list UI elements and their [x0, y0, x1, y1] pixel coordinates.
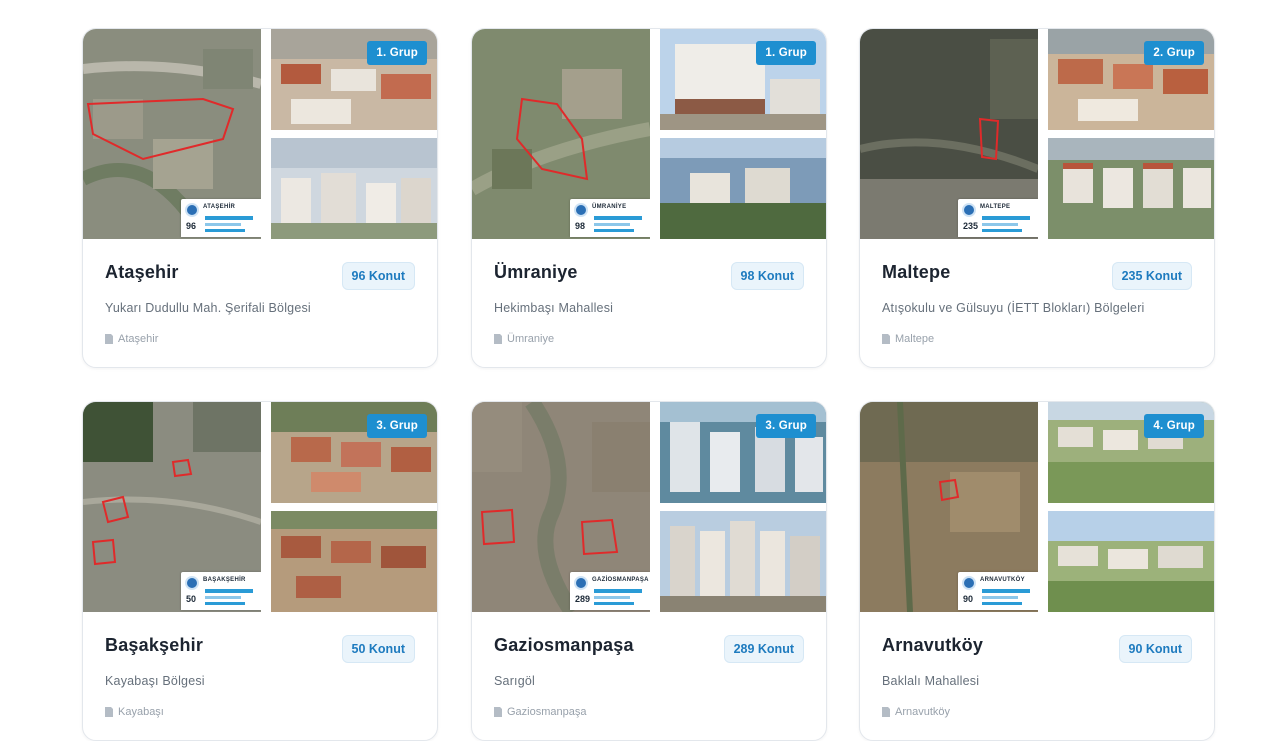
- aerial-photo-bottom: [660, 138, 826, 239]
- project-card-maltepe[interactable]: MALTEPE 235 2. Grup Maltepe 235 Konut Atı…: [859, 28, 1215, 368]
- project-card-atasehir[interactable]: ATAŞEHİR 96 1. Grup Ataşehir 96 Konut Yuk…: [82, 28, 438, 368]
- location-row: Kayabaşı: [105, 706, 164, 718]
- card-media: ARNAVUTKÖY 90 4. Grup: [860, 402, 1214, 612]
- location-label: Maltepe: [895, 333, 935, 345]
- housing-count-badge: 289 Konut: [723, 635, 804, 663]
- municipality-logo-icon: [185, 576, 199, 590]
- housing-count-badge: 96 Konut: [341, 262, 415, 290]
- card-media: GAZİOSMANPAŞA 289 3. Grup: [472, 402, 826, 612]
- project-subtitle: Sarıgöl: [494, 674, 536, 688]
- project-subtitle: Kayabaşı Bölgesi: [105, 674, 205, 688]
- project-card-umraniye[interactable]: ÜMRANİYE 98 1. Grup Ümraniye 98 Konut Hek…: [471, 28, 827, 368]
- location-label: Kayabaşı: [118, 706, 164, 718]
- location-row: Gaziosmanpaşa: [494, 706, 587, 718]
- group-badge: 1. Grup: [367, 41, 427, 65]
- satellite-map-image: ÜMRANİYE 98: [472, 29, 650, 239]
- group-badge: 4. Grup: [1144, 414, 1204, 438]
- project-card-gaziosmanpasa[interactable]: GAZİOSMANPAŞA 289 3. Grup Gaziosmanpaşa 2…: [471, 401, 827, 741]
- housing-count-badge: 90 Konut: [1118, 635, 1192, 663]
- housing-count-badge: 235 Konut: [1111, 262, 1192, 290]
- location-label: Arnavutköy: [895, 706, 951, 718]
- housing-count-badge: 50 Konut: [341, 635, 415, 663]
- aerial-photo-bottom: [271, 138, 437, 239]
- document-pin-icon: [494, 707, 502, 717]
- project-subtitle: Atışokulu ve Gülsuyu (İETT Blokları) Böl…: [882, 301, 1145, 315]
- group-badge: 3. Grup: [756, 414, 816, 438]
- location-label: Ümraniye: [507, 333, 555, 345]
- card-media: ÜMRANİYE 98 1. Grup: [472, 29, 826, 239]
- project-subtitle: Hekimbaşı Mahallesi: [494, 301, 614, 315]
- project-title: Ataşehir: [105, 262, 179, 282]
- location-row: Ataşehir: [105, 333, 158, 345]
- satellite-map-image: MALTEPE 235: [860, 29, 1038, 239]
- aerial-photo-bottom: [660, 511, 826, 612]
- project-subtitle: Yukarı Dudullu Mah. Şerifali Bölgesi: [105, 301, 311, 315]
- project-title: Gaziosmanpaşa: [494, 635, 634, 655]
- info-overlay-badge: GAZİOSMANPAŞA 289: [570, 572, 650, 610]
- municipality-logo-icon: [962, 203, 976, 217]
- info-overlay-badge: BAŞAKŞEHİR 50: [181, 572, 261, 610]
- card-media: BAŞAKŞEHİR 50 3. Grup: [83, 402, 437, 612]
- municipality-logo-icon: [185, 203, 199, 217]
- info-overlay-badge: ATAŞEHİR 96: [181, 199, 261, 237]
- municipality-logo-icon: [962, 576, 976, 590]
- project-card-basaksehir[interactable]: BAŞAKŞEHİR 50 3. Grup Başakşehir 50 Konut…: [82, 401, 438, 741]
- project-subtitle: Baklalı Mahallesi: [882, 674, 980, 688]
- document-pin-icon: [105, 707, 113, 717]
- project-title: Maltepe: [882, 262, 951, 282]
- project-title: Arnavutköy: [882, 635, 984, 655]
- municipality-logo-icon: [574, 203, 588, 217]
- document-pin-icon: [882, 707, 890, 717]
- location-row: Arnavutköy: [882, 706, 950, 718]
- project-title: Ümraniye: [494, 262, 578, 282]
- aerial-photo-bottom: [1048, 511, 1214, 612]
- document-pin-icon: [105, 334, 113, 344]
- document-pin-icon: [494, 334, 502, 344]
- info-overlay-badge: ARNAVUTKÖY 90: [958, 572, 1038, 610]
- housing-count-badge: 98 Konut: [730, 262, 804, 290]
- project-title: Başakşehir: [105, 635, 204, 655]
- location-row: Maltepe: [882, 333, 934, 345]
- info-overlay-badge: MALTEPE 235: [958, 199, 1038, 237]
- document-pin-icon: [882, 334, 890, 344]
- satellite-map-image: GAZİOSMANPAŞA 289: [472, 402, 650, 612]
- group-badge: 1. Grup: [756, 41, 816, 65]
- location-label: Gaziosmanpaşa: [507, 706, 587, 718]
- location-row: Ümraniye: [494, 333, 554, 345]
- municipality-logo-icon: [574, 576, 588, 590]
- card-media: ATAŞEHİR 96 1. Grup: [83, 29, 437, 239]
- aerial-photo-bottom: [271, 511, 437, 612]
- satellite-map-image: ATAŞEHİR 96: [83, 29, 261, 239]
- aerial-photo-bottom: [1048, 138, 1214, 239]
- satellite-map-image: ARNAVUTKÖY 90: [860, 402, 1038, 612]
- group-badge: 2. Grup: [1144, 41, 1204, 65]
- location-label: Ataşehir: [118, 333, 159, 345]
- group-badge: 3. Grup: [367, 414, 427, 438]
- satellite-map-image: BAŞAKŞEHİR 50: [83, 402, 261, 612]
- project-card-arnavutkoy[interactable]: ARNAVUTKÖY 90 4. Grup Arnavutköy 90 Konut…: [859, 401, 1215, 741]
- info-overlay-badge: ÜMRANİYE 98: [570, 199, 650, 237]
- card-media: MALTEPE 235 2. Grup: [860, 29, 1214, 239]
